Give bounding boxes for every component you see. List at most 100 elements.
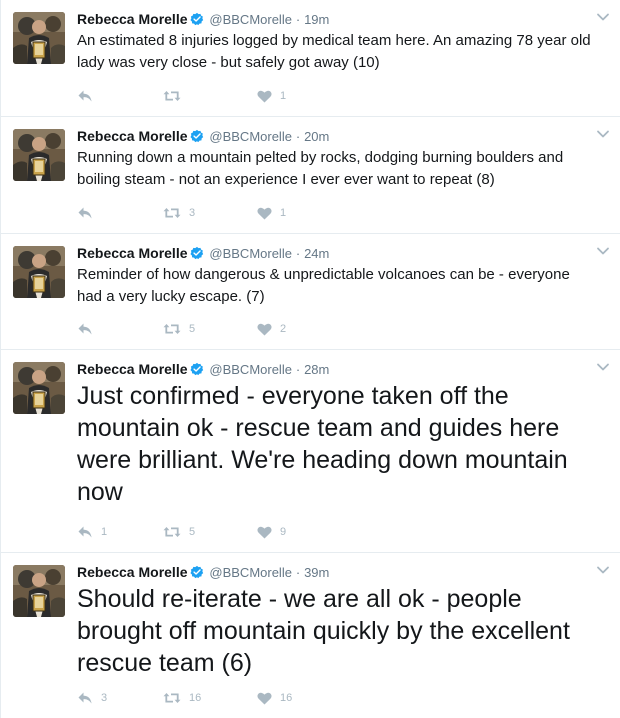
retweet-count: 5 <box>189 323 196 335</box>
avatar[interactable] <box>13 246 65 298</box>
separator-dot: · <box>295 565 301 580</box>
retweet-count: 3 <box>189 207 196 219</box>
avatar[interactable] <box>13 362 65 414</box>
author-handle[interactable]: @BBCMorelle <box>209 129 292 144</box>
reply-icon <box>78 323 92 335</box>
like-count: 1 <box>280 90 287 102</box>
tweet-timestamp[interactable]: 20m <box>304 129 329 144</box>
author-handle[interactable]: @BBCMorelle <box>209 565 292 580</box>
retweet-count: 5 <box>189 526 196 538</box>
verified-badge-icon <box>189 246 203 260</box>
tweet-header: Rebecca Morelle @BBCMorelle · 24m <box>77 244 610 262</box>
retweet-icon <box>163 208 181 218</box>
retweet-button[interactable]: 16 <box>163 690 257 706</box>
chevron-down-icon[interactable] <box>596 10 610 24</box>
reply-button[interactable]: 3 <box>77 690 163 706</box>
like-button[interactable]: 1 <box>257 88 286 104</box>
retweet-icon <box>163 693 181 703</box>
tweet[interactable]: Rebecca Morelle @BBCMorelle · 20m Runnin… <box>1 117 620 234</box>
retweet-button[interactable]: 5 <box>163 524 257 540</box>
author-handle[interactable]: @BBCMorelle <box>209 12 292 27</box>
tweet-header: Rebecca Morelle @BBCMorelle · 20m <box>77 127 610 145</box>
reply-icon <box>78 207 92 219</box>
reply-icon <box>78 90 92 102</box>
avatar-image <box>13 12 65 64</box>
chevron-down-icon[interactable] <box>596 127 610 141</box>
avatar-image <box>13 362 65 414</box>
tweet-actions: 5 2 <box>77 321 286 337</box>
tweet[interactable]: Rebecca Morelle @BBCMorelle · 24m Remind… <box>1 234 620 350</box>
tweet-actions: 1 5 9 <box>77 524 286 540</box>
avatar-image <box>13 129 65 181</box>
like-button[interactable]: 1 <box>257 205 286 221</box>
retweet-button[interactable]: 5 <box>163 321 257 337</box>
heart-icon <box>257 692 272 704</box>
avatar[interactable] <box>13 129 65 181</box>
tweet-actions: 3 16 16 <box>77 690 292 706</box>
retweet-button[interactable]: 3 <box>163 205 257 221</box>
heart-icon <box>257 207 272 219</box>
separator-dot: · <box>295 246 301 261</box>
reply-button[interactable]: 1 <box>77 524 163 540</box>
separator-dot: · <box>295 362 301 377</box>
author-handle[interactable]: @BBCMorelle <box>209 362 292 377</box>
tweet[interactable]: Rebecca Morelle @BBCMorelle · 39m Should… <box>1 553 620 718</box>
reply-button[interactable] <box>77 205 163 221</box>
tweet-text: Reminder of how dangerous & unpredictabl… <box>77 266 570 305</box>
author-name[interactable]: Rebecca Morelle <box>77 11 188 27</box>
avatar-image <box>13 565 65 617</box>
reply-icon <box>78 692 92 704</box>
reply-icon <box>78 526 92 538</box>
chevron-down-icon[interactable] <box>596 360 610 374</box>
tweet-text: Just confirmed - everyone taken off the … <box>77 382 568 506</box>
verified-badge-icon <box>189 129 203 143</box>
author-name[interactable]: Rebecca Morelle <box>77 128 188 144</box>
chevron-down-icon[interactable] <box>596 244 610 258</box>
retweet-icon <box>163 527 181 537</box>
tweet-timestamp[interactable]: 39m <box>304 565 329 580</box>
tweet-actions: 3 1 <box>77 205 286 221</box>
tweet-header: Rebecca Morelle @BBCMorelle · 28m <box>77 360 610 378</box>
tweet-timestamp[interactable]: 28m <box>304 362 329 377</box>
retweet-icon <box>163 324 181 334</box>
tweet-text: Should re-iterate - we are all ok - peop… <box>77 585 570 677</box>
chevron-down-icon[interactable] <box>596 563 610 577</box>
author-name[interactable]: Rebecca Morelle <box>77 564 188 580</box>
tweet-text: Running down a mountain pelted by rocks,… <box>77 149 564 188</box>
like-button[interactable]: 9 <box>257 524 286 540</box>
tweet[interactable]: Rebecca Morelle @BBCMorelle · 19m An est… <box>1 0 620 117</box>
separator-dot: · <box>295 129 301 144</box>
retweet-count: 16 <box>189 692 202 704</box>
verified-badge-icon <box>189 565 203 579</box>
avatar[interactable] <box>13 12 65 64</box>
retweet-icon <box>163 91 181 101</box>
retweet-button[interactable] <box>163 88 257 104</box>
verified-badge-icon <box>189 12 203 26</box>
like-button[interactable]: 2 <box>257 321 286 337</box>
like-count: 9 <box>280 526 287 538</box>
reply-button[interactable] <box>77 321 163 337</box>
heart-icon <box>257 526 272 538</box>
tweet-text: An estimated 8 injuries logged by medica… <box>77 32 591 71</box>
like-count: 1 <box>280 207 287 219</box>
tweet-actions: 1 <box>77 88 286 104</box>
tweet-timeline: Rebecca Morelle @BBCMorelle · 19m An est… <box>0 0 620 718</box>
like-button[interactable]: 16 <box>257 690 292 706</box>
avatar-image <box>13 246 65 298</box>
tweet[interactable]: Rebecca Morelle @BBCMorelle · 28m Just c… <box>1 350 620 553</box>
heart-icon <box>257 90 272 102</box>
reply-count: 3 <box>101 692 108 704</box>
tweet-timestamp[interactable]: 19m <box>304 12 329 27</box>
avatar[interactable] <box>13 565 65 617</box>
separator-dot: · <box>295 12 301 27</box>
tweet-header: Rebecca Morelle @BBCMorelle · 39m <box>77 563 610 581</box>
reply-button[interactable] <box>77 88 163 104</box>
author-name[interactable]: Rebecca Morelle <box>77 245 188 261</box>
like-count: 16 <box>280 692 293 704</box>
heart-icon <box>257 323 272 335</box>
author-name[interactable]: Rebecca Morelle <box>77 361 188 377</box>
verified-badge-icon <box>189 362 203 376</box>
author-handle[interactable]: @BBCMorelle <box>209 246 292 261</box>
like-count: 2 <box>280 323 287 335</box>
tweet-timestamp[interactable]: 24m <box>304 246 329 261</box>
